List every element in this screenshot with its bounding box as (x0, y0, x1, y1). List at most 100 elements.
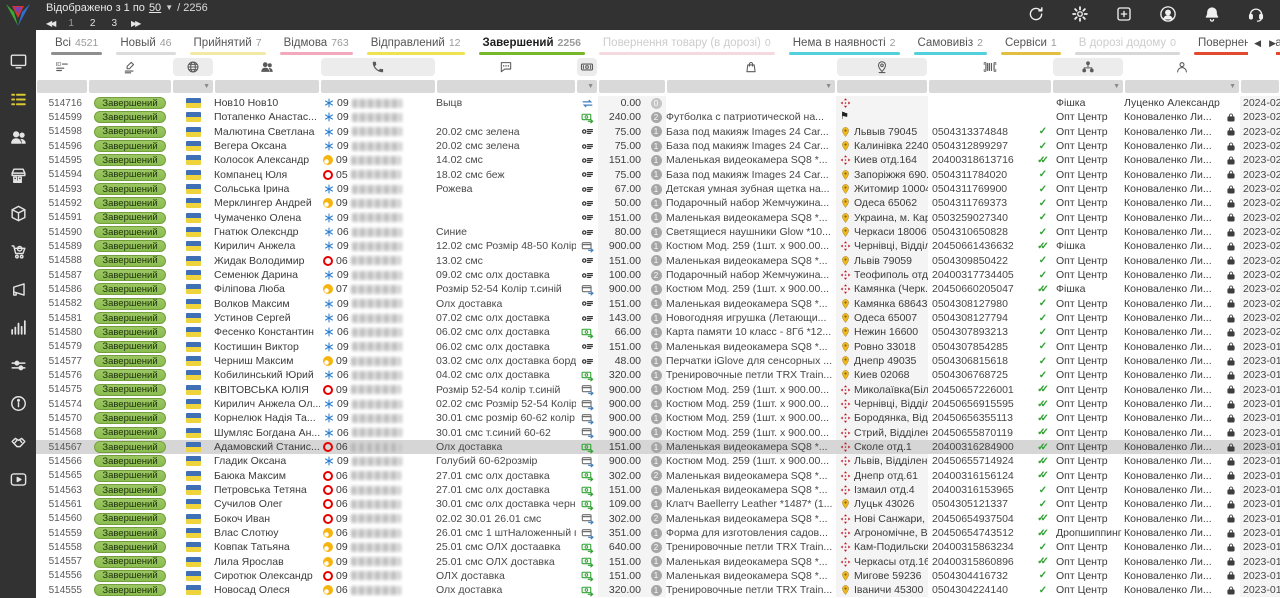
table-row[interactable]: 514588 Завершений Жидак Володимир 06 13.… (36, 254, 1280, 268)
status-tab[interactable]: Новый 46 (109, 30, 182, 56)
column-header-sitemap-icon[interactable] (1052, 56, 1124, 78)
table-row[interactable]: 514574 Завершений Кирилич Анжела Ол... 0… (36, 397, 1280, 411)
column-filter-input[interactable] (215, 80, 319, 93)
sidebar-item-orders-list[interactable] (0, 80, 36, 118)
table-row[interactable]: 514567 Завершений Адамовский Станис... 0… (36, 440, 1280, 454)
sidebar-item-video[interactable] (0, 460, 36, 498)
column-filter-input[interactable]: ▼ (1053, 80, 1123, 93)
last-page-button[interactable]: ▶▶ (131, 19, 139, 28)
table-row[interactable]: 514570 Завершений Корнелюк Надія Та... 0… (36, 411, 1280, 425)
column-filter-input[interactable] (1241, 80, 1279, 93)
column-header-barcode-icon[interactable] (928, 56, 1052, 78)
table-row[interactable]: 514566 Завершений Гладик Оксана 09 Голуб… (36, 454, 1280, 468)
status-tab[interactable]: Сервіси 1 (994, 30, 1068, 56)
column-filter-input[interactable]: ▼ (577, 80, 597, 93)
sidebar-item-partners[interactable] (0, 422, 36, 460)
table-row[interactable]: 514587 Завершений Семенюк Дарина 09 09.0… (36, 268, 1280, 282)
column-header-phone-icon[interactable] (320, 56, 436, 78)
column-header-bag-icon[interactable] (666, 56, 836, 78)
table-row[interactable]: 514599 Завершений Потапенко Анастас... 0… (36, 110, 1280, 124)
column-filter-input[interactable] (837, 80, 927, 93)
status-tab[interactable]: Всі 4521 (44, 30, 109, 56)
table-row[interactable]: 514568 Завершений Шумляс Богдана Ан... 0… (36, 426, 1280, 440)
app-logo[interactable] (4, 2, 32, 28)
status-tab[interactable]: Прийнятий 7 (183, 30, 273, 56)
table-row[interactable]: 514582 Завершений Волков Максим 09 Олх д… (36, 297, 1280, 311)
gear-icon[interactable] (1070, 4, 1090, 24)
column-header-blank[interactable] (598, 56, 666, 78)
table-row[interactable]: 514558 Завершений Ковпак Татьяна 09 25.0… (36, 540, 1280, 554)
sidebar-item-monitor[interactable] (0, 42, 36, 80)
sidebar-item-store[interactable] (0, 156, 36, 194)
table-row[interactable]: 514556 Завершений Сиротюк Олександр 09 О… (36, 569, 1280, 583)
column-header-money-icon[interactable] (576, 56, 598, 78)
avatar-icon[interactable] (1158, 4, 1178, 24)
column-filter-input[interactable]: ▼ (1125, 80, 1239, 93)
sidebar-item-customers[interactable] (0, 118, 36, 156)
status-tab[interactable]: Самовивіз 2 (907, 30, 994, 56)
table-row[interactable]: 514580 Завершений Фесенко Константин 06 … (36, 325, 1280, 339)
tabs-scroll-left-icon[interactable]: ◀ (1254, 38, 1261, 49)
status-tab[interactable]: Нема в наявності 2 (782, 30, 907, 56)
table-row[interactable]: 514565 Завершений Баюка Максим 06 27.01 … (36, 469, 1280, 483)
page-number[interactable]: 2 (90, 18, 96, 29)
table-row[interactable]: 514577 Завершений Черниш Максим 09 03.02… (36, 354, 1280, 368)
column-filter-input[interactable]: ▼ (173, 80, 213, 93)
sidebar-item-campaigns[interactable] (0, 270, 36, 308)
page-number[interactable]: 1 (68, 18, 74, 29)
bell-icon[interactable] (1202, 4, 1222, 24)
column-header-person-icon[interactable] (1124, 56, 1240, 78)
refresh-icon[interactable] (1026, 4, 1046, 24)
sidebar-item-settings-sliders[interactable] (0, 346, 36, 384)
table-row[interactable]: 514579 Завершений Костишин Виктор 09 06.… (36, 340, 1280, 354)
column-header-globe-icon[interactable] (172, 56, 214, 78)
table-row[interactable]: 514586 Завершений Філіпова Люба 07 Розмі… (36, 282, 1280, 296)
table-row[interactable]: 514575 Завершений КВІТОВСЬКА ЮЛІЯ 09 Роз… (36, 383, 1280, 397)
per-page-dropdown[interactable]: 50 (149, 1, 161, 15)
column-filter-input[interactable] (437, 80, 575, 93)
table-row[interactable]: 514559 Завершений Влас Слотюу 06 26.01 с… (36, 526, 1280, 540)
table-row[interactable]: 514581 Завершений Устинов Сергей 06 07.0… (36, 311, 1280, 325)
headset-icon[interactable] (1246, 4, 1266, 24)
column-filter-input[interactable] (89, 80, 171, 93)
table-row[interactable]: 514557 Завершений Лила Ярослав 09 25.01 … (36, 555, 1280, 569)
table-row[interactable]: 514594 Завершений Компанец Юля 05 18.02 … (36, 168, 1280, 182)
table-row[interactable]: 514561 Завершений Сучилов Олег 06 30.01 … (36, 497, 1280, 511)
column-filter-input[interactable] (37, 80, 87, 93)
table-row[interactable]: 514591 Завершений Чумаченко Олена 09 151… (36, 211, 1280, 225)
page-number[interactable]: 3 (111, 18, 117, 29)
table-row[interactable]: 514716 Завершений Нов10 Нов10 09 Выцв 0.… (36, 96, 1280, 110)
first-page-button[interactable]: ◀◀ (46, 19, 54, 28)
column-header-status-sort-icon[interactable] (88, 56, 172, 78)
column-header-blank[interactable] (1240, 56, 1280, 78)
status-tab[interactable]: В дорозі додому 0 (1068, 30, 1187, 56)
table-row[interactable]: 514576 Завершений Кобилинський Юрий 06 0… (36, 368, 1280, 382)
sidebar-item-cart[interactable] (0, 232, 36, 270)
table-row[interactable]: 514563 Завершений Петровська Тетяна 06 2… (36, 483, 1280, 497)
column-header-people-icon[interactable] (214, 56, 320, 78)
sidebar-item-stats[interactable] (0, 308, 36, 346)
table-row[interactable]: 514593 Завершений Сольська Ірина 09 Роже… (36, 182, 1280, 196)
table-row[interactable]: 514592 Завершений Мерклингер Андрей 09 5… (36, 196, 1280, 210)
sidebar-item-products[interactable] (0, 194, 36, 232)
table-row[interactable]: 514598 Завершений Малютина Светлана 09 2… (36, 125, 1280, 139)
column-filter-input[interactable] (929, 80, 1051, 93)
tabs-scroll-right-icon[interactable]: ▶ (1269, 38, 1276, 49)
status-tab[interactable]: Відправлений 12 (360, 30, 472, 56)
table-row[interactable]: 514596 Завершений Вегера Оксана 09 20.02… (36, 139, 1280, 153)
table-row[interactable]: 514590 Завершений Гнатюк Олексндр 06 Син… (36, 225, 1280, 239)
status-tab[interactable]: Завершений 2256 (472, 30, 592, 56)
table-row[interactable]: 514589 Завершений Кирилич Анжела 09 12.0… (36, 239, 1280, 253)
column-filter-input[interactable] (321, 80, 435, 93)
table-row[interactable]: 514555 Завершений Новосад Олеся 06 Олх д… (36, 583, 1280, 597)
table-row[interactable]: 514560 Завершений Бокоч Иван 09 02.02 30… (36, 512, 1280, 526)
column-filter-input[interactable] (599, 80, 665, 93)
column-filter-input[interactable]: ▼ (667, 80, 835, 93)
status-tab[interactable]: Відмова 763 (273, 30, 360, 56)
table-row[interactable]: 514595 Завершений Колосок Александр 09 1… (36, 153, 1280, 167)
column-header-id-sort-icon[interactable]: ID (36, 56, 88, 78)
add-square-icon[interactable] (1114, 4, 1134, 24)
column-header-comment-icon[interactable] (436, 56, 576, 78)
status-tab[interactable]: Повернення товару (в дорозі) 0 (592, 30, 782, 56)
column-header-location-pin-icon[interactable] (836, 56, 928, 78)
